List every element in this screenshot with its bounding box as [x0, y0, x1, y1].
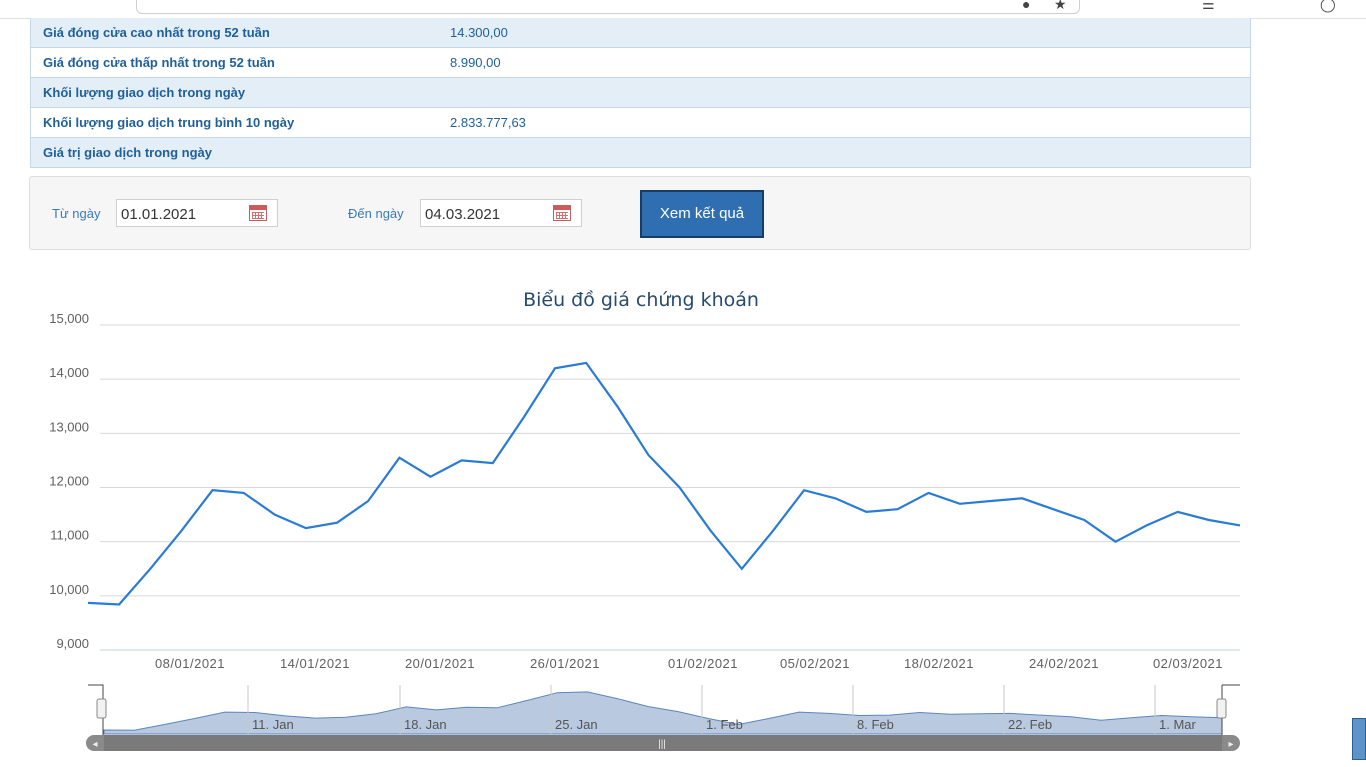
to-date-label: Đến ngày — [348, 206, 404, 221]
to-date-input[interactable]: 04.03.2021 — [420, 199, 582, 227]
price-series-line — [87, 361, 1241, 606]
info-label: Giá đóng cửa cao nhất trong 52 tuần — [30, 18, 450, 48]
y-tick-label: 15,000 — [49, 311, 89, 326]
info-row: Giá trị giao dịch trong ngày — [30, 137, 1251, 168]
view-results-button[interactable]: Xem kết quả — [640, 190, 764, 238]
range-navigator[interactable]: 11. Jan 18. Jan 25. Jan 1. Feb 8. Feb 22. Feb… — [86, 684, 1240, 751]
info-value — [450, 137, 1251, 168]
from-date-label: Từ ngày — [52, 206, 101, 221]
date-filter-panel: Từ ngày 01.01.2021 Đến ngày 04.03.2021 X… — [29, 176, 1251, 250]
y-tick-label: 10,000 — [49, 582, 89, 597]
to-date-value: 04.03.2021 — [425, 206, 501, 223]
calendar-icon[interactable] — [249, 205, 267, 221]
menu-icon[interactable]: ☰ — [1202, 0, 1215, 13]
info-value: 14.300,00 — [450, 18, 1251, 48]
navigator-left-handle[interactable] — [96, 698, 107, 719]
info-label: Giá trị giao dịch trong ngày — [30, 137, 450, 168]
y-tick-label: 14,000 — [49, 365, 89, 380]
site-info-icon[interactable]: ● — [1022, 0, 1030, 12]
x-tick-label: 24/02/2021 — [1029, 656, 1099, 671]
chart-title: Biểu đồ giá chứng khoán — [523, 289, 759, 311]
navigator-right-handle[interactable] — [1216, 698, 1227, 719]
scrollbar-grip-icon[interactable]: ||| — [658, 739, 666, 750]
navigator-tick-label: 22. Feb — [1008, 717, 1052, 732]
x-tick-label: 02/03/2021 — [1153, 656, 1223, 671]
x-axis-labels: 08/01/2021 14/01/2021 20/01/2021 26/01/2021… — [155, 656, 1223, 671]
navigator-tick-label: 1. Mar — [1159, 717, 1197, 732]
from-date-value: 01.01.2021 — [121, 206, 197, 223]
address-bar[interactable] — [136, 0, 1080, 14]
side-widget[interactable] — [1352, 718, 1366, 760]
y-tick-label: 13,000 — [49, 419, 89, 434]
navigator-tick-label: 1. Feb — [706, 717, 743, 732]
scroll-right-arrow-icon[interactable]: ▸ — [1228, 739, 1233, 750]
bookmark-star-icon[interactable]: ★ — [1054, 0, 1067, 13]
from-date-input[interactable]: 01.01.2021 — [116, 199, 278, 227]
stock-price-chart: Biểu đồ giá chứng khoán 15,000 14,000 13,0… — [49, 289, 1241, 751]
calendar-icon[interactable] — [553, 205, 571, 221]
info-label: Khối lượng giao dịch trong ngày — [30, 77, 450, 108]
stock-info-table: Giá đóng cửa cao nhất trong 52 tuần 14.30… — [30, 18, 1251, 168]
info-row: Khối lượng giao dịch trung bình 10 ngày 2… — [30, 107, 1251, 138]
info-row: Giá đóng cửa thấp nhất trong 52 tuần 8.99… — [30, 47, 1251, 78]
account-icon[interactable]: ◯ — [1320, 0, 1336, 13]
info-row: Khối lượng giao dịch trong ngày — [30, 77, 1251, 108]
y-axis-labels: 15,000 14,000 13,000 12,000 11,000 10,000 9,00… — [49, 311, 89, 651]
x-tick-label: 01/02/2021 — [668, 656, 738, 671]
x-tick-label: 14/01/2021 — [280, 656, 350, 671]
info-row: Giá đóng cửa cao nhất trong 52 tuần 14.30… — [30, 18, 1251, 48]
y-tick-label: 12,000 — [49, 474, 89, 489]
browser-toolbar: ● ★ ☰ ◯ — [0, 0, 1366, 19]
y-tick-label: 11,000 — [50, 528, 89, 543]
x-tick-label: 20/01/2021 — [405, 656, 475, 671]
scroll-left-arrow-icon[interactable]: ◂ — [92, 739, 97, 750]
info-label: Giá đóng cửa thấp nhất trong 52 tuần — [30, 47, 450, 78]
x-tick-label: 05/02/2021 — [780, 656, 850, 671]
info-value: 8.990,00 — [450, 47, 1251, 78]
info-label: Khối lượng giao dịch trung bình 10 ngày — [30, 107, 450, 138]
gridlines — [100, 324, 1240, 651]
x-tick-label: 26/01/2021 — [530, 656, 600, 671]
navigator-tick-label: 25. Jan — [555, 717, 598, 732]
navigator-tick-label: 8. Feb — [857, 717, 894, 732]
x-tick-label: 18/02/2021 — [904, 656, 974, 671]
info-value: 2.833.777,63 — [450, 107, 1251, 138]
navigator-tick-label: 11. Jan — [252, 717, 294, 732]
navigator-tick-label: 18. Jan — [404, 717, 447, 732]
info-value — [450, 77, 1251, 108]
y-tick-label: 9,000 — [56, 636, 89, 651]
x-tick-label: 08/01/2021 — [155, 656, 225, 671]
